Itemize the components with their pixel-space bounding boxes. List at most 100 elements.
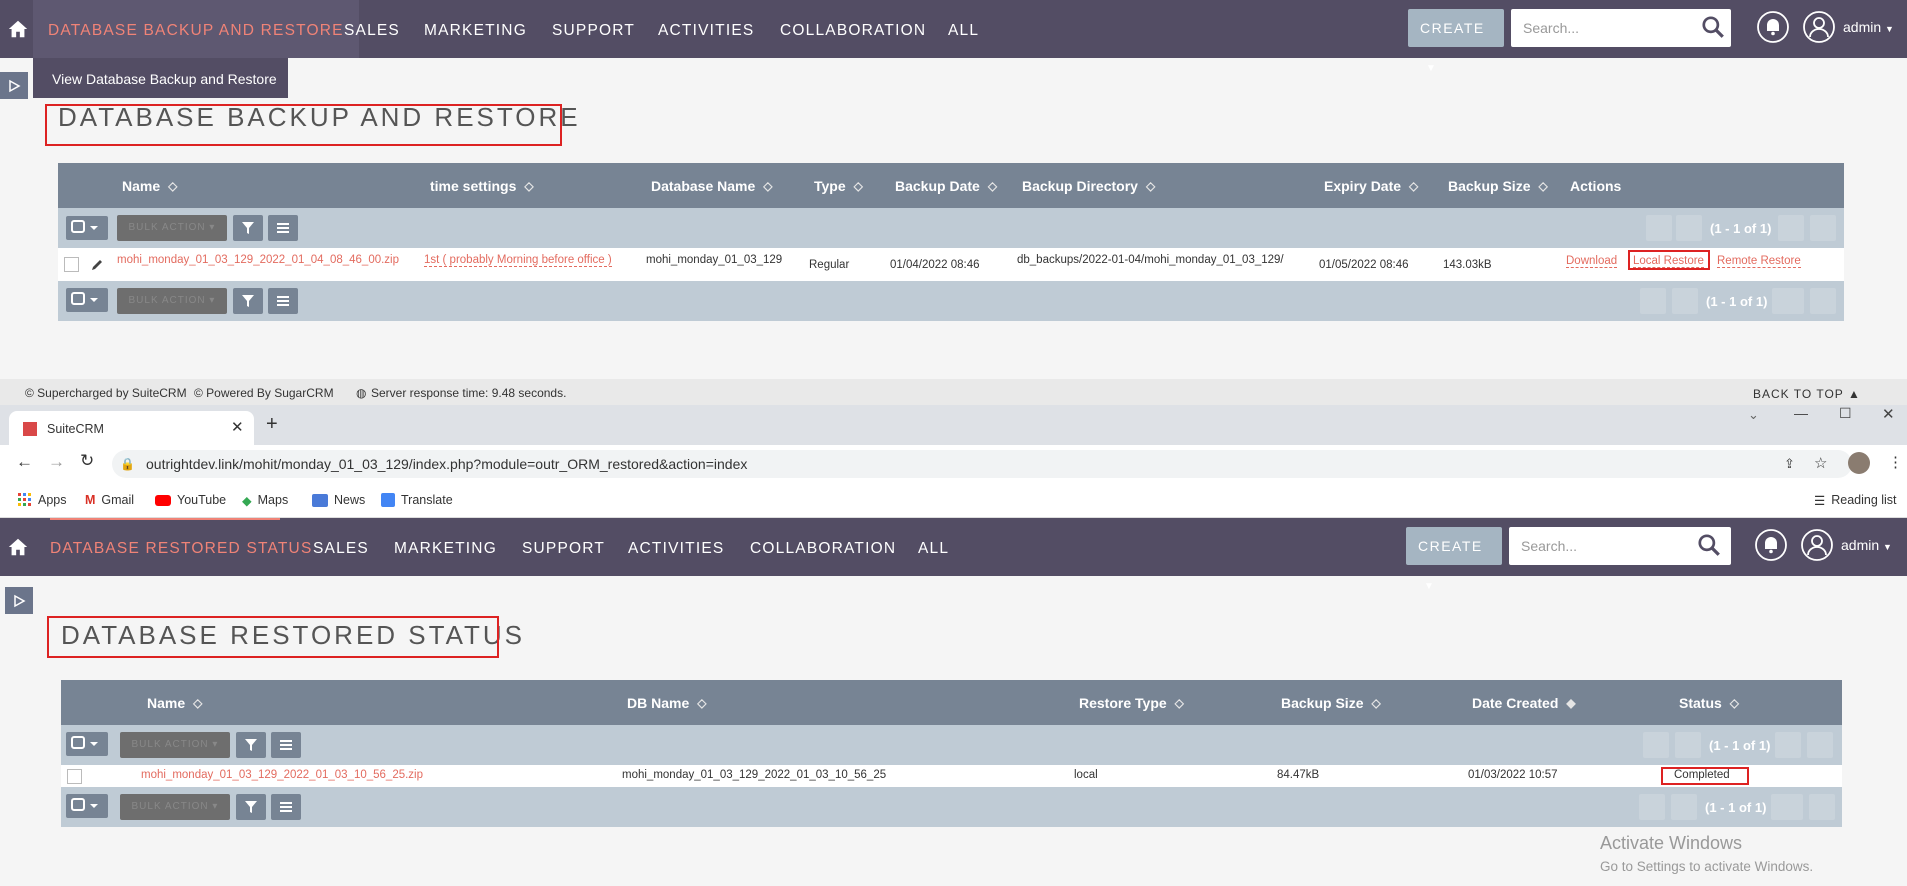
next-page-button[interactable] xyxy=(1775,732,1801,758)
time-settings-value[interactable]: 1st ( probably Morning before office ) xyxy=(424,254,612,267)
reading-list-button[interactable]: ☰ Reading list xyxy=(1814,483,1897,517)
close-window-icon[interactable]: ✕ xyxy=(1882,405,1895,423)
create-button[interactable]: CREATE ▼ xyxy=(1408,9,1504,74)
star-icon[interactable]: ☆ xyxy=(1814,450,1827,478)
column-chooser-button[interactable] xyxy=(271,732,301,758)
select-all-dropdown[interactable] xyxy=(66,288,108,312)
new-tab-icon[interactable]: + xyxy=(266,413,278,436)
footer-supercharged[interactable]: © Supercharged by SuiteCRM xyxy=(25,386,187,400)
col-status[interactable]: Status ◇ xyxy=(1679,680,1739,725)
col-time-settings[interactable]: time settings ◇ xyxy=(430,163,534,208)
prev-page-button[interactable] xyxy=(1672,288,1698,314)
nav-activities[interactable]: ACTIVITIES xyxy=(658,0,754,58)
col-backup-size[interactable]: Backup Size ◇ xyxy=(1448,163,1548,208)
edit-pencil-icon[interactable] xyxy=(90,257,105,272)
bookmark-maps[interactable]: ◆ Maps xyxy=(242,483,288,517)
first-page-button[interactable] xyxy=(1639,794,1665,820)
col-db-name[interactable]: DB Name ◇ xyxy=(627,680,706,725)
prev-page-button[interactable] xyxy=(1671,794,1697,820)
bookmark-apps[interactable]: Apps xyxy=(18,483,67,517)
home-button[interactable] xyxy=(0,0,36,58)
forward-arrow-icon[interactable]: → xyxy=(48,452,65,472)
nav-sales[interactable]: SALES xyxy=(313,518,369,576)
browser-tab[interactable]: SuiteCRM ✕ xyxy=(9,411,254,445)
next-page-button[interactable] xyxy=(1772,288,1804,314)
nav-all[interactable]: ALL xyxy=(948,0,979,58)
last-page-button[interactable] xyxy=(1810,215,1836,241)
bulk-action-button[interactable]: BULK ACTION ▾ xyxy=(120,732,230,758)
column-chooser-button[interactable] xyxy=(268,215,298,241)
bulk-action-button[interactable]: BULK ACTION ▾ xyxy=(117,215,227,241)
nav-marketing[interactable]: MARKETING xyxy=(424,0,527,58)
row-checkbox[interactable] xyxy=(67,769,82,784)
prev-page-button[interactable] xyxy=(1676,215,1702,241)
nav-activities[interactable]: ACTIVITIES xyxy=(628,518,724,576)
create-button[interactable]: CREATE ▼ xyxy=(1406,527,1502,592)
minimize-icon[interactable]: — xyxy=(1794,405,1808,421)
bookmark-translate[interactable]: Translate xyxy=(381,483,453,517)
nav-all[interactable]: ALL xyxy=(918,518,949,576)
col-database-name[interactable]: Database Name ◇ xyxy=(651,163,773,208)
user-menu[interactable]: admin ▼ xyxy=(1843,19,1894,35)
row-checkbox[interactable] xyxy=(64,257,79,272)
user-menu[interactable]: admin ▼ xyxy=(1841,537,1892,553)
bookmark-news[interactable]: News xyxy=(312,483,365,517)
submenu-view-backup[interactable]: View Database Backup and Restore xyxy=(33,58,288,98)
search-icon[interactable] xyxy=(1696,532,1722,558)
nav-support[interactable]: SUPPORT xyxy=(552,0,635,58)
nav-sales[interactable]: SALES xyxy=(344,0,400,58)
next-page-button[interactable] xyxy=(1771,794,1803,820)
col-name[interactable]: Name ◇ xyxy=(122,163,177,208)
back-arrow-icon[interactable]: ← xyxy=(16,452,33,472)
column-chooser-button[interactable] xyxy=(271,794,301,820)
col-expiry-date[interactable]: Expiry Date ◇ xyxy=(1324,163,1418,208)
footer-powered[interactable]: © Powered By SugarCRM xyxy=(194,386,334,400)
sidebar-toggle[interactable] xyxy=(0,72,28,99)
filter-button[interactable] xyxy=(236,794,266,820)
filter-button[interactable] xyxy=(233,288,263,314)
bulk-action-button[interactable]: BULK ACTION ▾ xyxy=(120,794,230,820)
bulk-action-button[interactable]: BULK ACTION ▾ xyxy=(117,288,227,314)
bookmark-gmail[interactable]: M Gmail xyxy=(85,483,134,517)
select-all-dropdown[interactable] xyxy=(66,732,108,756)
back-to-top-link[interactable]: BACK TO TOP ▲ xyxy=(1753,387,1861,401)
filter-button[interactable] xyxy=(236,732,266,758)
col-backup-directory[interactable]: Backup Directory ◇ xyxy=(1022,163,1155,208)
column-chooser-button[interactable] xyxy=(268,288,298,314)
remote-restore-link[interactable]: Remote Restore xyxy=(1717,255,1801,268)
nav-collaboration[interactable]: COLLABORATION xyxy=(780,0,926,58)
prev-page-button[interactable] xyxy=(1675,732,1701,758)
first-page-button[interactable] xyxy=(1646,215,1672,241)
user-avatar-icon[interactable] xyxy=(1800,528,1834,562)
col-name[interactable]: Name ◇ xyxy=(147,680,202,725)
first-page-button[interactable] xyxy=(1640,288,1666,314)
filter-button[interactable] xyxy=(233,215,263,241)
col-backup-size[interactable]: Backup Size ◇ xyxy=(1281,680,1381,725)
first-page-button[interactable] xyxy=(1643,732,1669,758)
home-button[interactable] xyxy=(0,518,36,576)
kebab-menu-icon[interactable]: ⋮ xyxy=(1888,453,1903,471)
share-icon[interactable]: ⇪ xyxy=(1784,450,1795,478)
nav-active-module[interactable]: DATABASE RESTORED STATUS xyxy=(50,518,313,576)
nav-active-module[interactable]: DATABASE BACKUP AND RESTORE xyxy=(33,0,359,58)
maximize-icon[interactable]: ☐ xyxy=(1839,405,1852,422)
profile-avatar[interactable] xyxy=(1848,452,1870,474)
select-all-dropdown[interactable] xyxy=(66,216,108,240)
search-input[interactable]: Search... xyxy=(1511,9,1731,47)
nav-collaboration[interactable]: COLLABORATION xyxy=(750,518,896,576)
last-page-button[interactable] xyxy=(1807,732,1833,758)
chevron-down-icon[interactable]: ⌄ xyxy=(1748,407,1759,423)
col-type[interactable]: Type ◇ xyxy=(814,163,863,208)
sidebar-toggle[interactable] xyxy=(5,587,33,614)
nav-marketing[interactable]: MARKETING xyxy=(394,518,497,576)
search-icon[interactable] xyxy=(1700,14,1726,40)
address-bar[interactable]: 🔒 outrightdev.link/mohit/monday_01_03_12… xyxy=(112,450,1852,478)
col-date-created[interactable]: Date Created ◆ xyxy=(1472,680,1576,725)
backup-file-link[interactable]: mohi_monday_01_03_129_2022_01_04_08_46_0… xyxy=(117,254,399,266)
last-page-button[interactable] xyxy=(1809,794,1835,820)
last-page-button[interactable] xyxy=(1810,288,1836,314)
close-tab-icon[interactable]: ✕ xyxy=(231,418,244,436)
download-link[interactable]: Download xyxy=(1566,255,1618,268)
bell-icon[interactable] xyxy=(1754,528,1788,562)
select-all-dropdown[interactable] xyxy=(66,794,108,818)
